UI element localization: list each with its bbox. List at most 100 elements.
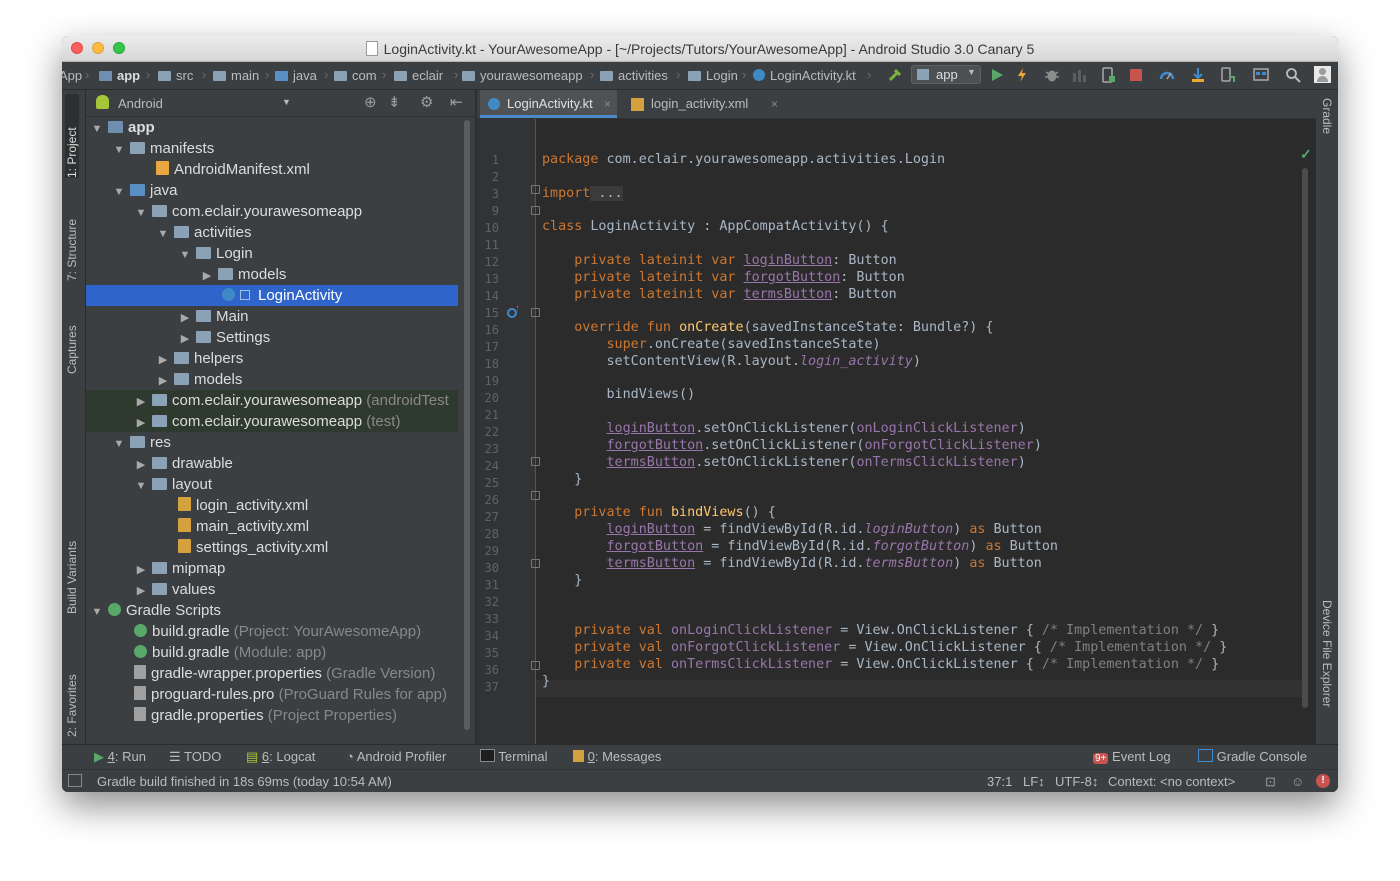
tree-item-mipmap[interactable]: ▶mipmap [86,558,458,579]
run-tool-button[interactable]: ▶ 4: Run [94,749,146,765]
fold-end-icon[interactable] [531,661,540,670]
check-icon: ✓ [1300,146,1312,163]
code-area[interactable]: package com.eclair.yourawesomeapp.activi… [542,119,1302,744]
crumb-activities[interactable]: activities [600,68,668,83]
editor-tab-loginactivity[interactable]: LoginActivity.kt × [480,90,617,118]
crumb-login[interactable]: Login [688,68,738,83]
sdk-manager-icon[interactable] [1190,67,1206,83]
crumb-yourawesomeapp[interactable]: yourawesomeapp [462,68,583,83]
build-variants-tool-tab[interactable]: Build Variants [65,520,79,614]
tree-item-main-activity-xml[interactable]: main_activity.xml [86,516,458,537]
tree-item-package-androidtest[interactable]: ▶com.eclair.yourawesomeapp (androidTest [86,390,458,411]
captures-tool-tab[interactable]: Captures [65,304,79,374]
search-icon[interactable] [1285,67,1301,83]
close-tab-icon[interactable]: × [771,90,778,118]
tree-item-helpers[interactable]: ▶helpers [86,348,458,369]
crumb-project[interactable]: App [62,68,82,83]
tree-item-app[interactable]: ▼app [86,117,458,138]
tree-item-manifests[interactable]: ▼manifests [86,138,458,159]
project-tool-tab[interactable]: 1: Project [65,94,79,178]
fold-end-icon[interactable] [531,457,540,466]
caret-position[interactable]: 37:1 [987,774,1012,789]
inspector-icon[interactable]: ☺ [1291,774,1304,789]
device-monitor-icon[interactable] [1100,67,1116,83]
tree-item-activities[interactable]: ▼activities [86,222,458,243]
gear-icon[interactable]: ⚙ [420,93,433,111]
gradle-tool-tab[interactable]: Gradle [1320,98,1334,134]
avatar[interactable] [1314,66,1331,83]
tree-item-build-gradle-project[interactable]: build.gradle (Project: YourAwesomeApp) [86,621,458,642]
run-config-select[interactable]: app ▼ [911,65,981,84]
scroll-from-source-icon[interactable]: ⊕ [364,93,377,111]
tree-item-res[interactable]: ▼res [86,432,458,453]
avd-manager-icon[interactable] [1219,67,1235,83]
run-icon[interactable] [989,67,1005,83]
fold-collapse-icon[interactable] [531,308,540,317]
context-indicator[interactable]: Context: <no context> [1108,774,1235,789]
tool-windows-toggle-icon[interactable] [68,774,82,787]
tree-item-package-main[interactable]: ▼com.eclair.yourawesomeapp [86,201,458,222]
tree-item-main[interactable]: ▶Main [86,306,458,327]
function-token: onCreate [679,320,744,335]
fold-end-icon[interactable] [531,559,540,568]
tree-item-java[interactable]: ▼java [86,180,458,201]
chevron-down-icon[interactable]: ▼ [282,97,291,107]
editor-tab-login-activity-xml[interactable]: login_activity.xml × [627,90,777,118]
tree-item-layout[interactable]: ▼layout [86,474,458,495]
structure-tool-tab[interactable]: 7: Structure [65,195,79,281]
tree-item-proguard[interactable]: proguard-rules.pro (ProGuard Rules for a… [86,684,458,705]
crumb-loginactivity[interactable]: LoginActivity.kt [753,68,856,83]
tree-item-drawable[interactable]: ▶drawable [86,453,458,474]
fold-expand-icon[interactable] [531,185,540,194]
tree-item-label: LoginActivity [258,287,342,304]
make-project-icon[interactable] [887,67,903,83]
close-tab-icon[interactable]: × [604,90,611,118]
collapse-all-icon[interactable]: ⇟ [388,93,401,111]
event-log-tool-button[interactable]: 9+ Event Log [1093,749,1171,764]
lock-icon[interactable]: ⊡ [1265,774,1276,790]
tree-item-settings[interactable]: ▶Settings [86,327,458,348]
tree-item-package-test[interactable]: ▶com.eclair.yourawesomeapp (test) [86,411,458,432]
crumb-java[interactable]: java [275,68,317,83]
debug-icon[interactable] [1044,67,1060,83]
tree-item-settings-activity-xml[interactable]: settings_activity.xml [86,537,458,558]
tree-item-loginactivity[interactable]: LoginActivity [86,285,458,306]
crumb-app[interactable]: app [99,68,140,83]
tree-item-models-login[interactable]: ▶models [86,264,458,285]
profiler-icon[interactable] [1159,67,1175,83]
stop-icon[interactable] [1128,67,1144,83]
crumb-com[interactable]: com [334,68,377,83]
tree-item-gradle-properties[interactable]: gradle.properties (Project Properties) [86,705,458,726]
favorites-tool-tab[interactable]: 2: Favorites [65,645,79,737]
crumb-main[interactable]: main [213,68,259,83]
fold-collapse-icon[interactable] [531,206,540,215]
messages-tool-button[interactable]: 0: Messages [573,749,661,764]
gradle-console-tool-button[interactable]: Gradle Console [1198,749,1307,764]
project-structure-icon[interactable] [1253,67,1269,83]
encoding-select[interactable]: UTF-8↕ [1055,774,1098,789]
project-scrollbar[interactable] [464,120,470,730]
logcat-tool-button[interactable]: ▤ 6: Logcat [246,749,315,765]
project-view-select[interactable]: Android [118,96,163,111]
apply-changes-icon[interactable] [1014,67,1030,83]
tree-item-gradle-scripts[interactable]: ▼Gradle Scripts [86,600,458,621]
tree-item-login[interactable]: ▼Login [86,243,458,264]
tree-item-build-gradle-module[interactable]: build.gradle (Module: app) [86,642,458,663]
tree-item-models[interactable]: ▶models [86,369,458,390]
editor-scrollbar[interactable] [1302,168,1308,708]
device-explorer-tool-tab[interactable]: Device File Explorer [1320,600,1334,707]
line-separator-select[interactable]: LF↕ [1023,774,1045,789]
profiler-tool-button[interactable]: ◔ Android Profiler [346,749,446,764]
error-icon[interactable]: ! [1316,774,1330,788]
attach-debugger-icon[interactable] [1071,67,1087,83]
tree-item-androidmanifest[interactable]: AndroidManifest.xml [86,159,458,180]
tree-item-values[interactable]: ▶values [86,579,458,600]
tree-item-login-activity-xml[interactable]: login_activity.xml [86,495,458,516]
crumb-src[interactable]: src [158,68,193,83]
fold-collapse-icon[interactable] [531,491,540,500]
hide-panel-icon[interactable]: ⇤ [450,93,463,111]
crumb-eclair[interactable]: eclair [394,68,443,83]
terminal-tool-button[interactable]: Terminal [480,749,548,764]
todo-tool-button[interactable]: ☰ TODO [169,749,221,765]
tree-item-gradle-wrapper[interactable]: gradle-wrapper.properties (Gradle Versio… [86,663,458,684]
